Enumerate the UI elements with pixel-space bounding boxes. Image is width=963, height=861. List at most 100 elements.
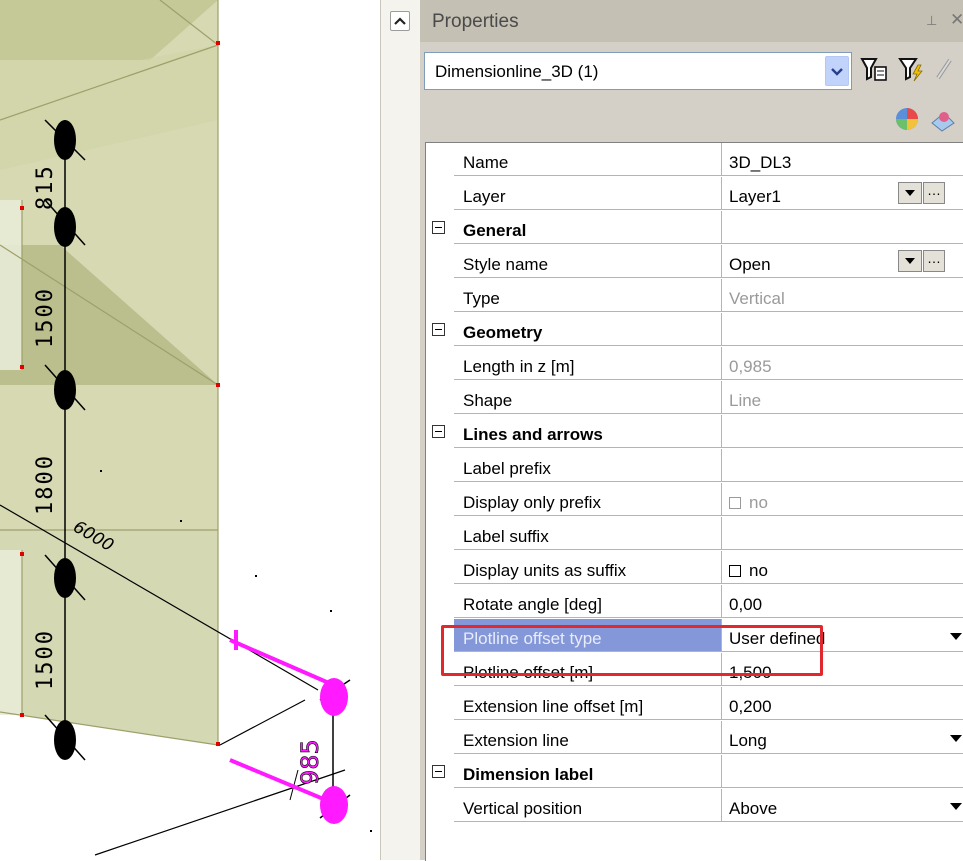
property-label: Vertical position bbox=[454, 789, 722, 822]
property-value-plotline-offset-type[interactable]: User defined bbox=[722, 619, 963, 652]
dimension-label-1500-bottom: 1500 bbox=[33, 629, 58, 690]
magenta-tick-top bbox=[320, 678, 348, 716]
property-label: Layer bbox=[454, 177, 722, 210]
property-label: Style name bbox=[454, 245, 722, 278]
property-row-rotate-angle[interactable]: Rotate angle [deg] 0,00 bbox=[426, 585, 963, 619]
property-row-label-suffix[interactable]: Label suffix bbox=[426, 517, 963, 551]
dimension-label-1800: 1800 bbox=[33, 454, 58, 515]
pin-icon[interactable]: ⊥ bbox=[926, 13, 937, 29]
dimension-label-985: 985 bbox=[296, 739, 324, 785]
color-palette-icon[interactable] bbox=[893, 105, 921, 133]
caret-down-icon bbox=[905, 258, 915, 264]
property-value-display-units-suffix[interactable]: no bbox=[722, 551, 963, 584]
panel-title: Properties bbox=[432, 11, 519, 32]
collapse-icon[interactable] bbox=[432, 323, 445, 336]
filter-select-icon[interactable] bbox=[860, 55, 888, 83]
magenta-tick-bottom bbox=[320, 786, 348, 824]
property-row-plotline-offset[interactable]: Plotline offset [m] 1,500 bbox=[426, 653, 963, 687]
caret-down-icon[interactable] bbox=[950, 735, 962, 742]
property-row-extension-line-offset[interactable]: Extension line offset [m] 0,200 bbox=[426, 687, 963, 721]
category-dimension-label[interactable]: Dimension label bbox=[426, 755, 963, 789]
property-row-extension-line[interactable]: Extension line Long bbox=[426, 721, 963, 755]
collapse-icon[interactable] bbox=[432, 425, 445, 438]
property-row-display-only-prefix[interactable]: Display only prefix no bbox=[426, 483, 963, 517]
chevron-down-icon bbox=[831, 68, 843, 76]
property-row-layer[interactable]: Layer Layer1 … bbox=[426, 177, 963, 211]
wall-edge-strip-1 bbox=[0, 200, 22, 370]
layer-filter-icon[interactable] bbox=[928, 105, 958, 133]
dimension-tick bbox=[54, 558, 76, 598]
property-row-length-z[interactable]: Length in z [m] 0,985 bbox=[426, 347, 963, 381]
caret-down-icon bbox=[905, 190, 915, 196]
category-label: Geometry bbox=[454, 313, 722, 346]
pencil-icon bbox=[936, 58, 952, 80]
collapse-icon[interactable] bbox=[432, 765, 445, 778]
viewport-scrollbar[interactable] bbox=[380, 0, 420, 860]
property-value-label-suffix[interactable] bbox=[722, 517, 963, 550]
property-value-vertical-position[interactable]: Above bbox=[722, 789, 963, 822]
property-label: Display units as suffix bbox=[454, 551, 722, 584]
property-row-name[interactable]: Name 3D_DL3 bbox=[426, 143, 963, 177]
property-value-type: Vertical bbox=[722, 279, 963, 312]
property-label: Length in z [m] bbox=[454, 347, 722, 380]
property-value-display-only-prefix: no bbox=[722, 483, 963, 516]
property-label: Extension line offset [m] bbox=[454, 687, 722, 720]
property-label: Rotate angle [deg] bbox=[454, 585, 722, 618]
collapse-icon[interactable] bbox=[432, 221, 445, 234]
property-grid: Name 3D_DL3 Layer Layer1 … General Style… bbox=[425, 142, 963, 861]
property-row-shape[interactable]: Shape Line bbox=[426, 381, 963, 415]
property-value-name[interactable]: 3D_DL3 bbox=[722, 143, 963, 176]
property-value-shape: Line bbox=[722, 381, 963, 414]
layer-dropdown-button[interactable] bbox=[898, 182, 922, 204]
property-row-vertical-position[interactable]: Vertical position Above bbox=[426, 789, 963, 823]
dimension-tick bbox=[54, 207, 76, 247]
property-label: Shape bbox=[454, 381, 722, 414]
property-value-label-prefix[interactable] bbox=[722, 449, 963, 482]
category-lines-and-arrows[interactable]: Lines and arrows bbox=[426, 415, 963, 449]
chevron-up-icon bbox=[394, 17, 406, 25]
property-label: Plotline offset [m] bbox=[454, 653, 722, 686]
property-label-selected: Plotline offset type bbox=[454, 619, 722, 652]
dimension-label-1500-top: 1500 bbox=[33, 287, 58, 348]
property-row-style-name[interactable]: Style name Open … bbox=[426, 245, 963, 279]
property-value-plotline-offset[interactable]: 1,500 bbox=[722, 653, 963, 686]
object-selector-value: Dimensionline_3D (1) bbox=[435, 62, 599, 81]
object-selector-dropdown-button[interactable] bbox=[825, 56, 849, 86]
secondary-toolbar bbox=[420, 97, 963, 142]
property-row-display-units-suffix[interactable]: Display units as suffix no bbox=[426, 551, 963, 585]
checkbox-icon[interactable] bbox=[729, 565, 741, 577]
property-value-rotate-angle[interactable]: 0,00 bbox=[722, 585, 963, 618]
property-value-extension-line-offset[interactable]: 0,200 bbox=[722, 687, 963, 720]
category-general[interactable]: General bbox=[426, 211, 963, 245]
dimension-tick bbox=[54, 120, 76, 160]
property-label: Display only prefix bbox=[454, 483, 722, 516]
property-label: Label prefix bbox=[454, 449, 722, 482]
object-selector[interactable]: Dimensionline_3D (1) bbox=[424, 52, 852, 90]
category-label: General bbox=[454, 211, 722, 244]
scroll-up-button[interactable] bbox=[390, 11, 410, 31]
style-dropdown-button[interactable] bbox=[898, 250, 922, 272]
category-geometry[interactable]: Geometry bbox=[426, 313, 963, 347]
property-row-type[interactable]: Type Vertical bbox=[426, 279, 963, 313]
style-browse-button[interactable]: … bbox=[923, 250, 945, 272]
layer-browse-button[interactable]: … bbox=[923, 182, 945, 204]
dimension-tick bbox=[54, 370, 76, 410]
dimension-label-815: 815 bbox=[33, 164, 58, 210]
wall-edge-strip-2 bbox=[0, 550, 22, 715]
caret-down-icon[interactable] bbox=[950, 633, 962, 640]
quick-filter-icon[interactable] bbox=[898, 55, 926, 83]
property-row-label-prefix[interactable]: Label prefix bbox=[426, 449, 963, 483]
property-row-plotline-offset-type[interactable]: Plotline offset type User defined bbox=[426, 619, 963, 653]
property-label: Label suffix bbox=[454, 517, 722, 550]
property-label: Extension line bbox=[454, 721, 722, 754]
close-icon[interactable]: ✕ bbox=[950, 10, 963, 30]
property-label: Name bbox=[454, 143, 722, 176]
caret-down-icon[interactable] bbox=[950, 803, 962, 810]
cad-viewport[interactable]: 815 1500 1800 1500 6000 985 bbox=[0, 0, 380, 860]
drawing-canvas: 815 1500 1800 1500 6000 985 bbox=[0, 0, 372, 856]
category-label: Lines and arrows bbox=[454, 415, 722, 448]
checkbox-icon bbox=[729, 497, 741, 509]
property-value-extension-line[interactable]: Long bbox=[722, 721, 963, 754]
property-label: Type bbox=[454, 279, 722, 312]
properties-panel: Properties ⊥ ✕ Dimensionline_3D (1) Name… bbox=[420, 0, 963, 861]
